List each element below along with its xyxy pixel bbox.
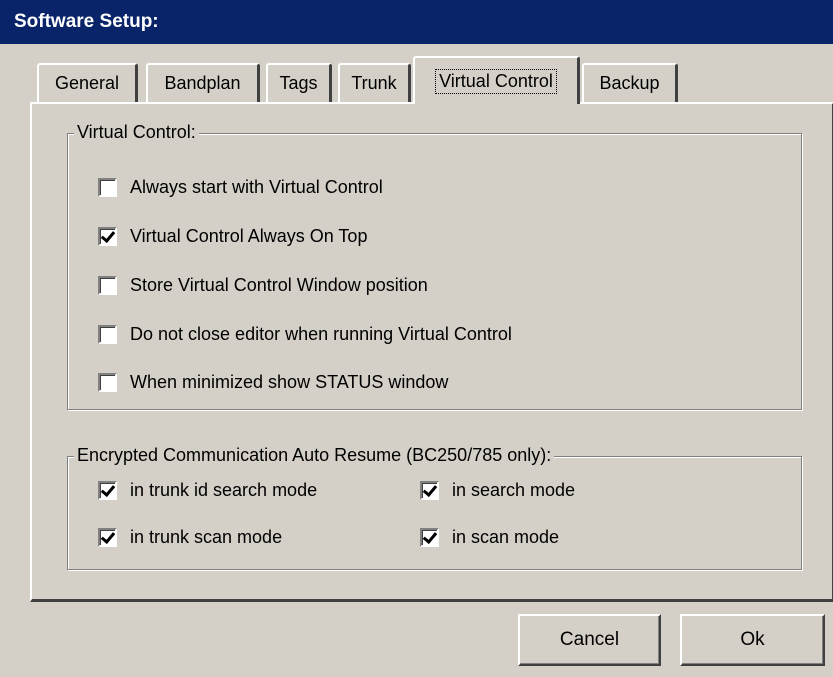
encrypted-auto-resume-group: Encrypted Communication Auto Resume (BC2… [67, 445, 802, 570]
tab-strip: General Bandplan Tags Trunk Virtual Cont… [0, 44, 833, 104]
group-title: Virtual Control: [74, 122, 199, 143]
checkbox-box [98, 528, 117, 547]
checkbox-label: When minimized show STATUS window [130, 372, 449, 392]
tab-label: Backup [599, 73, 660, 93]
tab-label: Tags [279, 73, 318, 93]
checkbox-box [98, 373, 117, 392]
checkbox-label: Virtual Control Always On Top [130, 226, 368, 246]
window-titlebar: Software Setup: [0, 0, 833, 44]
trunk-scan-mode-checkbox[interactable]: in trunk scan mode [98, 527, 282, 548]
checkbox-box [98, 276, 117, 295]
virtual-control-group: Virtual Control: Always start with Virtu… [67, 122, 802, 410]
checkbox-label: in trunk scan mode [130, 527, 283, 547]
tab-bandplan[interactable]: Bandplan [146, 63, 260, 102]
checkbox-box [98, 178, 117, 197]
group-title: Encrypted Communication Auto Resume (BC2… [74, 445, 555, 466]
checkbox-label: Store Virtual Control Window position [130, 275, 428, 295]
do-not-close-editor-checkbox[interactable]: Do not close editor when running Virtual… [98, 324, 512, 345]
checkbox-label: Do not close editor when running Virtual… [130, 324, 512, 344]
tab-trunk[interactable]: Trunk [338, 63, 411, 102]
tab-backup[interactable]: Backup [582, 63, 678, 102]
tab-virtual-control[interactable]: Virtual Control [413, 56, 580, 104]
tab-label: General [54, 73, 120, 93]
checkbox-box [420, 528, 439, 547]
tab-label: Trunk [351, 73, 397, 93]
search-mode-checkbox[interactable]: in search mode [420, 480, 575, 501]
window-title: Software Setup: [14, 11, 159, 32]
ok-button[interactable]: Ok [680, 614, 825, 666]
trunk-id-search-mode-checkbox[interactable]: in trunk id search mode [98, 480, 317, 501]
checkbox-label: in search mode [452, 480, 576, 500]
checkbox-box [98, 481, 117, 500]
checkbox-box [420, 481, 439, 500]
scan-mode-checkbox[interactable]: in scan mode [420, 527, 559, 548]
checkbox-label: in trunk id search mode [130, 480, 318, 500]
always-start-checkbox[interactable]: Always start with Virtual Control [98, 177, 383, 198]
cancel-button[interactable]: Cancel [518, 614, 661, 666]
show-status-window-checkbox[interactable]: When minimized show STATUS window [98, 372, 448, 393]
checkbox-label: Always start with Virtual Control [130, 177, 383, 197]
always-on-top-checkbox[interactable]: Virtual Control Always On Top [98, 226, 367, 247]
checkbox-box [98, 227, 117, 246]
tab-label: Bandplan [164, 73, 241, 93]
tab-panel: Virtual Control: Always start with Virtu… [30, 102, 833, 602]
tab-tags[interactable]: Tags [266, 63, 332, 102]
checkbox-box [98, 325, 117, 344]
store-window-position-checkbox[interactable]: Store Virtual Control Window position [98, 275, 428, 296]
tab-general[interactable]: General [37, 63, 138, 102]
tab-label: Virtual Control [435, 68, 557, 94]
checkbox-label: in scan mode [452, 527, 560, 547]
